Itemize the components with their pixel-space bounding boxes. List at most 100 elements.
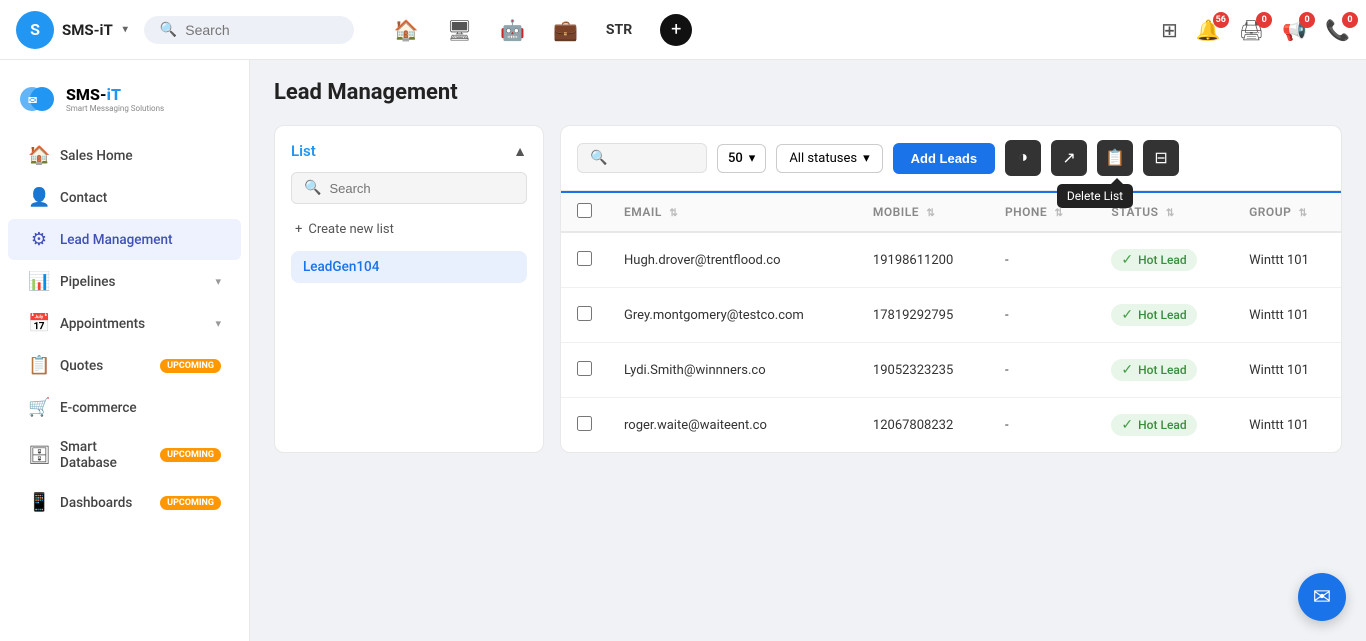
list-search-icon: 🔍 bbox=[304, 180, 321, 196]
sidebar-item-ecommerce[interactable]: 🛒 E-commerce bbox=[8, 387, 241, 428]
list-item-leadgen104[interactable]: LeadGen104 bbox=[291, 251, 527, 283]
row-checkbox-0[interactable] bbox=[577, 251, 592, 266]
bell-icon-btn[interactable]: 🔔 56 bbox=[1196, 18, 1221, 42]
speaker-icon-btn[interactable]: 📢 0 bbox=[1282, 18, 1307, 42]
briefcase-icon[interactable]: 💼 bbox=[553, 18, 578, 42]
appointments-icon: 📅 bbox=[28, 313, 50, 334]
status-dot-2: ✓ bbox=[1121, 362, 1133, 378]
row-checkbox-col-3 bbox=[561, 398, 608, 453]
row-checkbox-col-2 bbox=[561, 343, 608, 398]
table-row: Grey.montgomery@testco.com 17819292795 -… bbox=[561, 288, 1341, 343]
mobile-col-header: MOBILE ⇅ bbox=[857, 193, 989, 232]
sidebar: ✉ SMS-iT Smart Messaging Solutions 🏠 Sal… bbox=[0, 60, 250, 641]
sidebar-item-sales-home[interactable]: 🏠 Sales Home bbox=[8, 135, 241, 176]
appointments-arrow-icon[interactable]: ▾ bbox=[215, 317, 221, 330]
row-group-1: Winttt 101 bbox=[1233, 288, 1341, 343]
list-search-box[interactable]: 🔍 bbox=[291, 172, 527, 204]
delete-list-tooltip: Delete List bbox=[1057, 184, 1133, 208]
sidebar-item-smart-database[interactable]: 🗄 Smart Database UPCOMING bbox=[8, 429, 241, 481]
row-phone-2: - bbox=[989, 343, 1095, 398]
phone-sort-icon[interactable]: ⇅ bbox=[1055, 208, 1064, 219]
robot-icon[interactable]: 🤖 bbox=[500, 18, 525, 42]
leads-panel: 🔍 50 ▾ All statuses ▾ Add Leads ◑ bbox=[560, 125, 1342, 453]
lead-management-label: Lead Management bbox=[60, 232, 221, 248]
contact-label: Contact bbox=[60, 190, 221, 206]
sidebar-item-lead-management[interactable]: ⚙ Lead Management bbox=[8, 219, 241, 260]
speaker-badge: 0 bbox=[1299, 12, 1315, 28]
table-body: Hugh.drover@trentflood.co 19198611200 - … bbox=[561, 232, 1341, 452]
status-filter-select[interactable]: All statuses ▾ bbox=[776, 144, 882, 173]
monitor-icon[interactable]: 🖥 bbox=[447, 18, 472, 42]
row-checkbox-3[interactable] bbox=[577, 416, 592, 431]
top-search-box[interactable]: 🔍 bbox=[144, 16, 354, 44]
sidebar-item-pipelines[interactable]: 📊 Pipelines ▾ bbox=[8, 261, 241, 302]
grid-icon-btn[interactable]: ⊞ bbox=[1161, 18, 1178, 42]
ecommerce-icon: 🛒 bbox=[28, 397, 50, 418]
sidebar-item-dashboards[interactable]: 📱 Dashboards UPCOMING bbox=[8, 482, 241, 523]
add-leads-button[interactable]: Add Leads bbox=[893, 143, 995, 174]
list-chevron-icon[interactable]: ▲ bbox=[513, 143, 527, 160]
page-title: Lead Management bbox=[274, 80, 1342, 105]
pipelines-arrow-icon[interactable]: ▾ bbox=[215, 275, 221, 288]
chat-bubble-button[interactable]: ✉ bbox=[1298, 573, 1346, 621]
plus-button[interactable]: + bbox=[660, 14, 692, 46]
email-sort-icon[interactable]: ⇅ bbox=[669, 208, 678, 219]
sidebar-logo-text: SMS-iT Smart Messaging Solutions bbox=[66, 85, 164, 113]
bell-badge: 56 bbox=[1213, 12, 1229, 28]
print-icon-btn[interactable]: 🖨 0 bbox=[1239, 18, 1264, 42]
row-email-1: Grey.montgomery@testco.com bbox=[608, 288, 857, 343]
columns-button[interactable]: ⊟ bbox=[1143, 140, 1179, 176]
main-content: Lead Management List ▲ 🔍 + Create new li… bbox=[250, 60, 1366, 641]
row-checkbox-2[interactable] bbox=[577, 361, 592, 376]
row-status-3: ✓ Hot Lead bbox=[1095, 398, 1233, 453]
brand-logo[interactable]: S SMS-iT ▾ bbox=[16, 11, 128, 49]
table-search-icon: 🔍 bbox=[590, 150, 607, 166]
sales-home-icon: 🏠 bbox=[28, 145, 50, 166]
nav-center-icons: 🏠 🖥 🤖 💼 STR + bbox=[394, 14, 692, 46]
sidebar-item-contact[interactable]: 👤 Contact bbox=[8, 177, 241, 218]
table-row: Lydi.Smith@winnners.co 19052323235 - ✓ H… bbox=[561, 343, 1341, 398]
brand-initial: S bbox=[16, 11, 54, 49]
group-sort-icon[interactable]: ⇅ bbox=[1299, 208, 1308, 219]
status-badge-2: ✓ Hot Lead bbox=[1111, 359, 1196, 381]
sidebar-item-appointments[interactable]: 📅 Appointments ▾ bbox=[8, 303, 241, 344]
table-search-input[interactable] bbox=[613, 151, 694, 166]
sidebar-item-quotes[interactable]: 📋 Quotes UPCOMING bbox=[8, 345, 241, 386]
row-group-0: Winttt 101 bbox=[1233, 232, 1341, 288]
smart-database-badge: UPCOMING bbox=[160, 448, 221, 462]
top-search-input[interactable] bbox=[185, 22, 338, 38]
status-filter-arrow-icon: ▾ bbox=[863, 151, 870, 166]
toggle-icon: ◑ bbox=[1018, 149, 1028, 167]
status-sort-icon[interactable]: ⇅ bbox=[1166, 208, 1175, 219]
status-badge-1: ✓ Hot Lead bbox=[1111, 304, 1196, 326]
row-phone-3: - bbox=[989, 398, 1095, 453]
row-checkbox-col-0 bbox=[561, 232, 608, 288]
select-all-checkbox[interactable] bbox=[577, 203, 592, 218]
leads-table: EMAIL ⇅ MOBILE ⇅ PHONE ⇅ STATUS ⇅ GROUP … bbox=[561, 193, 1341, 452]
str-label[interactable]: STR bbox=[606, 22, 632, 38]
mobile-sort-icon[interactable]: ⇅ bbox=[926, 208, 935, 219]
delete-list-button[interactable]: 📋 bbox=[1097, 140, 1133, 176]
pipelines-icon: 📊 bbox=[28, 271, 50, 292]
layout: ✉ SMS-iT Smart Messaging Solutions 🏠 Sal… bbox=[0, 60, 1366, 641]
chat-bubble-icon: ✉ bbox=[1313, 585, 1331, 610]
export-button[interactable]: ↗ bbox=[1051, 140, 1087, 176]
table-header: EMAIL ⇅ MOBILE ⇅ PHONE ⇅ STATUS ⇅ GROUP … bbox=[561, 193, 1341, 232]
row-status-2: ✓ Hot Lead bbox=[1095, 343, 1233, 398]
row-checkbox-1[interactable] bbox=[577, 306, 592, 321]
phone-icon-btn[interactable]: 📞 0 bbox=[1325, 18, 1350, 42]
create-list-button[interactable]: + Create new list bbox=[291, 216, 527, 243]
create-list-label: Create new list bbox=[308, 222, 393, 237]
home-icon[interactable]: 🏠 bbox=[394, 18, 419, 42]
ecommerce-label: E-commerce bbox=[60, 400, 221, 416]
list-search-input[interactable] bbox=[329, 181, 514, 196]
list-header: List ▲ bbox=[291, 142, 527, 160]
per-page-select[interactable]: 50 ▾ bbox=[717, 144, 766, 173]
email-col-header: EMAIL ⇅ bbox=[608, 193, 857, 232]
top-nav-icons: ⊞ 🔔 56 🖨 0 📢 0 📞 0 bbox=[1161, 18, 1350, 42]
delete-list-icon: 📋 bbox=[1105, 148, 1125, 168]
toggle-button[interactable]: ◑ bbox=[1005, 140, 1041, 176]
row-group-3: Winttt 101 bbox=[1233, 398, 1341, 453]
table-search-box[interactable]: 🔍 bbox=[577, 143, 707, 173]
logo-svg: ✉ bbox=[20, 84, 58, 114]
